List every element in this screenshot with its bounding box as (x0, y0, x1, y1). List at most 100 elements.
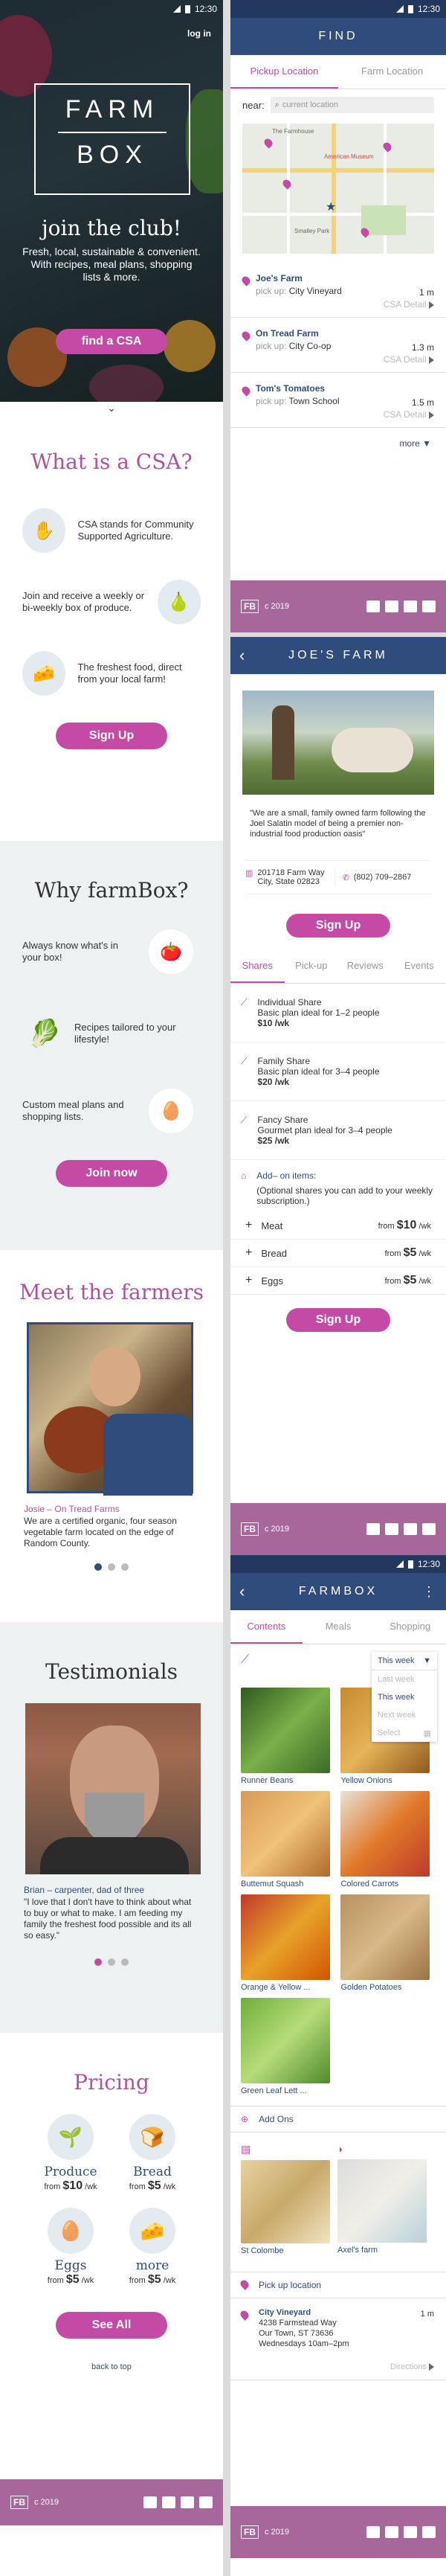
what-is-csa-section: What is a CSA? ✋ CSA stands for Communit… (0, 420, 223, 841)
footer-copyright: c 2019 (265, 2528, 290, 2537)
login-link[interactable]: log in (187, 28, 211, 39)
email-icon[interactable] (366, 2526, 380, 2538)
pricing-item[interactable]: 🥚 Eggs from $5 /wk (30, 2208, 112, 2287)
week-option[interactable]: Next week (372, 1706, 437, 1724)
facebook-icon[interactable] (199, 2496, 213, 2508)
location-card[interactable]: On Tread Farm pick up: City Co-op 1.3 m … (230, 318, 446, 373)
see-all-button[interactable]: See All (56, 2312, 167, 2339)
addons-label: Add Ons (259, 2114, 294, 2124)
csa-signup-button[interactable]: Sign Up (56, 723, 167, 749)
addon-name: Bread (261, 1247, 288, 1259)
product-card[interactable]: Golden Potatoes (340, 1894, 430, 1992)
find-csa-button[interactable]: find a CSA (56, 329, 167, 354)
farmer-figure (272, 705, 294, 780)
week-option[interactable]: This week (372, 1688, 437, 1706)
csa-detail-link[interactable]: CSA Detail (384, 299, 434, 310)
product-card[interactable]: Green Leaf Lett ... (241, 1998, 330, 2095)
email-icon[interactable] (366, 600, 380, 612)
tab-reviews[interactable]: Reviews (338, 949, 392, 983)
addon-row[interactable]: + Meat from $10 /wk (230, 1212, 446, 1240)
tab-pickup-location[interactable]: Pickup Location (230, 55, 338, 89)
scroll-chevron-icon[interactable]: ⌄ (0, 402, 223, 420)
play-arrow-icon (429, 2363, 434, 2371)
tab-pickup[interactable]: Pick-up (285, 949, 339, 983)
testimonials-title: Testimonials (45, 1659, 178, 1684)
farmbox-header: ‹ FARMBOX ⋮ (230, 1573, 446, 1610)
joes-signup-button-bottom[interactable]: Sign Up (286, 1308, 390, 1332)
joes-phone[interactable]: ✆ (802) 709–2867 (334, 868, 432, 886)
location-card[interactable]: Joe's Farm pick up: City Vineyard 1 m CS… (230, 263, 446, 318)
twitter-icon[interactable] (162, 2496, 175, 2508)
pickup-address: 4238 Farmstead Way (259, 2319, 337, 2327)
addon-products: ▤ St Colombe ◗ Axel's farm (230, 2133, 446, 2261)
facebook-icon[interactable] (422, 600, 436, 612)
tab-shopping[interactable]: Shopping (374, 1610, 446, 1644)
email-icon[interactable] (143, 2496, 157, 2508)
share-option[interactable]: ⟋ Fancy Share Gourmet plan ideal for 3–4 … (230, 1101, 446, 1160)
csa-detail-link[interactable]: CSA Detail (384, 354, 434, 365)
tab-contents[interactable]: Contents (230, 1610, 303, 1644)
location-name: Joe's Farm (256, 273, 303, 283)
radish-decoration (89, 365, 164, 402)
joes-signup-button[interactable]: Sign Up (286, 914, 390, 938)
addons-title: Add– on items: (256, 1170, 317, 1181)
instagram-icon[interactable] (404, 600, 417, 612)
testimonial-carousel-dots[interactable] (0, 1956, 223, 1970)
instagram-icon[interactable] (181, 2496, 194, 2508)
map-view[interactable]: The Farmhouse American Museum Smalley Pa… (242, 124, 434, 254)
product-card[interactable]: Runner Beans (241, 1688, 330, 1785)
addon-row[interactable]: + Bread from $5 /wk (230, 1240, 446, 1267)
twitter-icon[interactable] (385, 600, 398, 612)
farmer-photo (27, 1322, 193, 1496)
share-option[interactable]: ⟋ Family Share Basic plan ideal for 3–4 p… (230, 1042, 446, 1101)
facebook-icon[interactable] (422, 1523, 436, 1535)
csa-detail-link[interactable]: CSA Detail (384, 409, 434, 420)
add-icon[interactable]: + (245, 1219, 252, 1232)
twitter-icon[interactable] (385, 2526, 398, 2538)
addon-card[interactable]: ▤ St Colombe (241, 2143, 330, 2255)
pickup-card[interactable]: City Vineyard 4238 Farmstead Way Our Tow… (230, 2298, 446, 2380)
farmer-carousel-dots[interactable] (0, 1561, 223, 1574)
pricing-item[interactable]: 🍞 Bread from $5 /wk (112, 2114, 193, 2193)
back-arrow-icon[interactable]: ‹ (239, 1582, 245, 1601)
back-arrow-icon[interactable]: ‹ (239, 646, 245, 665)
more-link[interactable]: more ▼ (230, 428, 446, 459)
email-icon[interactable] (366, 1523, 380, 1535)
map-pin-icon[interactable] (262, 137, 274, 149)
addon-row[interactable]: + Eggs from $5 /wk (230, 1267, 446, 1295)
addons-header: ⌂ Add– on items: (Optional shares you can… (230, 1160, 446, 1212)
tab-farm-location[interactable]: Farm Location (338, 55, 446, 89)
location-search[interactable]: ⌕ current location (270, 97, 434, 113)
tab-shares[interactable]: Shares (230, 949, 285, 983)
twitter-icon[interactable] (385, 1523, 398, 1535)
week-option-select[interactable]: Select ▦ (372, 1724, 437, 1742)
tab-meals[interactable]: Meals (303, 1610, 375, 1644)
directions-link[interactable]: Directions (390, 2362, 434, 2372)
product-card[interactable]: Buttemut Squash (241, 1791, 330, 1888)
tab-events[interactable]: Events (392, 949, 446, 983)
logo-bottom: BOX (77, 141, 148, 169)
pricing-item[interactable]: 🌱 Produce from $10 /wk (30, 2114, 112, 2193)
joes-address[interactable]: ▥ 201718 Farm Way City, State 02823 (245, 868, 334, 886)
addon-card[interactable]: ◗ Axel's farm (337, 2143, 427, 2255)
product-image (340, 1894, 430, 1980)
week-option[interactable]: Last week (372, 1670, 437, 1688)
cow-figure (332, 728, 413, 772)
facebook-icon[interactable] (422, 2526, 436, 2538)
more-options-icon[interactable]: ⋮ (422, 1584, 436, 1600)
join-now-button[interactable]: Join now (56, 1160, 167, 1187)
pricing-item[interactable]: 🧀 more from $5 /wk (112, 2208, 193, 2287)
location-card[interactable]: Tom's Tomatoes pick up: Town School 1.5 … (230, 373, 446, 428)
week-dropdown[interactable]: This week ▼ Last week This week Next wee… (372, 1652, 437, 1742)
add-icon[interactable]: + (245, 1246, 252, 1260)
back-to-top-link[interactable]: back to top (0, 2362, 223, 2371)
product-card[interactable]: Orange & Yellow ... (241, 1894, 330, 1992)
share-option[interactable]: ⟋ Individual Share Basic plan ideal for 1… (230, 984, 446, 1042)
week-selected[interactable]: This week ▼ (372, 1652, 437, 1670)
instagram-icon[interactable] (404, 2526, 417, 2538)
instagram-icon[interactable] (404, 1523, 417, 1535)
map-pin-icon[interactable] (281, 178, 293, 190)
add-icon[interactable]: + (245, 1274, 252, 1287)
product-card[interactable]: Colored Carrots (340, 1791, 430, 1888)
pickup-city: Our Town, ST 73636 (259, 2329, 334, 2338)
